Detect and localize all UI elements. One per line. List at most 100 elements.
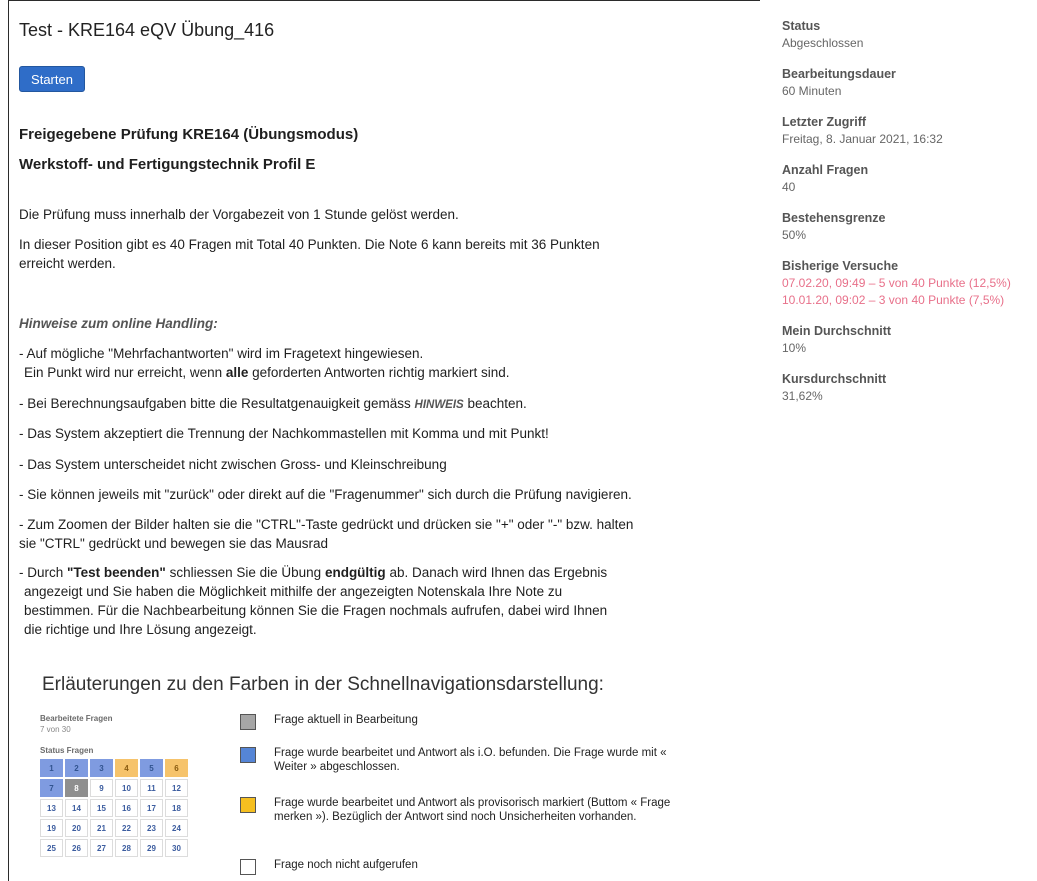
hint-text: geforderten Antworten richtig markiert s…: [248, 365, 510, 380]
sidebar-label: Bestehensgrenze: [782, 211, 886, 225]
hint-zoom-line2: sie "CTRL" gedrückt und bewegen sie das …: [19, 536, 328, 551]
sidebar-pass-limit: Bestehensgrenze 50%: [782, 210, 1037, 244]
sidebar-label: Letzter Zugriff: [782, 115, 867, 129]
sidebar-value: 40: [782, 180, 796, 194]
mini-question-7: 7: [40, 779, 63, 797]
legend-text: Frage wurde bearbeitet und Antwort als i…: [274, 747, 667, 773]
hint-text: - Bei Berechnungsaufgaben bitte die Resu…: [19, 396, 415, 411]
sidebar-value: 10%: [782, 341, 807, 355]
hint-text: - Durch: [19, 565, 68, 580]
sidebar-label: Anzahl Fragen: [782, 163, 869, 177]
mini-question-11: 11: [140, 779, 163, 797]
mini-question-15: 15: [90, 799, 113, 817]
sidebar-label: Bearbeitungsdauer: [782, 67, 896, 81]
sidebar-value: 60 Minuten: [782, 84, 842, 98]
mini-question-2: 2: [65, 759, 88, 777]
mini-question-12: 12: [165, 779, 188, 797]
hint-multiple-answers-line1: - Auf mögliche "Mehrfachantworten" wird …: [19, 346, 424, 361]
sidebar-status: Status Abgeschlossen: [782, 18, 1037, 52]
sidebar-course-average: Kursdurchschnitt 31,62%: [782, 371, 1037, 405]
sidebar-attempts: Bisherige Versuche 07.02.20, 09:49 – 5 v…: [782, 258, 1037, 309]
attempt-entry: 07.02.20, 09:49 – 5 von 40 Punkte (12,5%…: [782, 276, 1011, 290]
hint-text: ab. Danach wird Ihnen das Ergebnis: [385, 565, 608, 580]
mini-question-21: 21: [90, 819, 113, 837]
sidebar-my-average: Mein Durchschnitt 10%: [782, 323, 1037, 357]
mini-question-17: 17: [140, 799, 163, 817]
mini-question-3: 3: [90, 759, 113, 777]
page-title: Test - KRE164 eQV Übung_416: [19, 20, 275, 40]
legend-text: Frage wurde bearbeitet und Antwort als p…: [274, 797, 671, 823]
sidebar-duration: Bearbeitungsdauer 60 Minuten: [782, 66, 1037, 100]
legend-item: Frage wurde bearbeitet und Antwort als p…: [240, 796, 674, 824]
mini-question-22: 22: [115, 819, 138, 837]
hinweis-label: HINWEIS: [414, 399, 464, 411]
mini-question-19: 19: [40, 819, 63, 837]
intro-text-2-line1: In dieser Position gibt es 40 Fragen mit…: [19, 237, 600, 252]
hint-text: schliessen Sie die Übung: [165, 565, 325, 580]
mini-question-30: 30: [165, 839, 188, 857]
sidebar-label: Status: [782, 19, 821, 33]
legend-text: Frage aktuell in Bearbeitung: [274, 714, 418, 726]
quick-nav-preview: Bearbeitete Fragen 7 von 30 Status Frage…: [40, 714, 210, 857]
mini-question-1: 1: [40, 759, 63, 777]
mini-label: Bearbeitete Fragen: [40, 714, 113, 723]
mini-question-10: 10: [115, 779, 138, 797]
hint-case: - Das System unterscheidet nicht zwische…: [19, 457, 447, 472]
hint-finish-line2: angezeigt und Sie haben die Möglichkeit …: [24, 584, 563, 599]
mini-question-4: 4: [115, 759, 138, 777]
mini-question-16: 16: [115, 799, 138, 817]
attempt-entry: 10.01.20, 09:02 – 3 von 40 Punkte (7,5%): [782, 293, 1005, 307]
legend-item: Frage noch nicht aufgerufen: [240, 858, 674, 875]
sidebar-question-count: Anzahl Fragen 40: [782, 162, 1037, 196]
intro-text-2: In dieser Position gibt es 40 Fragen mit…: [19, 235, 600, 273]
mini-question-23: 23: [140, 819, 163, 837]
hints-heading: Hinweise zum online Handling:: [19, 316, 218, 331]
mini-question-9: 9: [90, 779, 113, 797]
hint-multiple-answers: - Auf mögliche "Mehrfachantworten" wird …: [19, 344, 510, 382]
hint-zoom-line1: - Zum Zoomen der Bilder halten sie die "…: [19, 517, 634, 532]
sidebar-value: Abgeschlossen: [782, 36, 864, 50]
mini-question-20: 20: [65, 819, 88, 837]
mini-question-14: 14: [65, 799, 88, 817]
hint-zoom: - Zum Zoomen der Bilder halten sie die "…: [19, 515, 633, 553]
hint-decimal: - Das System akzeptiert die Trennung der…: [19, 426, 549, 441]
hint-bold: alle: [225, 365, 249, 380]
sidebar-value: 50%: [782, 228, 807, 242]
mini-question-18: 18: [165, 799, 188, 817]
mini-question-28: 28: [115, 839, 138, 857]
mini-question-13: 13: [40, 799, 63, 817]
sidebar-value: Freitag, 8. Januar 2021, 16:32: [782, 132, 943, 146]
hint-finish-line4: die richtige und Ihre Lösung angezeigt.: [24, 622, 257, 637]
mini-question-8: 8: [65, 779, 88, 797]
mini-question-29: 29: [140, 839, 163, 857]
hint-bold: endgültig: [324, 565, 386, 580]
hint-bold: "Test beenden": [67, 565, 166, 580]
legend-swatch: [240, 859, 256, 875]
legend-swatch: [240, 797, 256, 813]
hint-navigation: - Sie können jeweils mit "zurück" oder d…: [19, 487, 632, 502]
legend-item: Frage wurde bearbeitet und Antwort als i…: [240, 746, 674, 774]
mini-question-25: 25: [40, 839, 63, 857]
mini-question-24: 24: [165, 819, 188, 837]
color-legend-caption: Erläuterungen zu den Farben in der Schne…: [42, 674, 604, 695]
hint-text: beachten.: [463, 396, 527, 411]
mini-question-5: 5: [140, 759, 163, 777]
hint-precision: - Bei Berechnungsaufgaben bitte die Resu…: [19, 394, 527, 415]
mini-sub: 7 von 30: [40, 725, 71, 734]
intro-text-2-line2: erreicht werden.: [19, 256, 116, 271]
legend-swatch: [240, 747, 256, 763]
intro-text-1: Die Prüfung muss innerhalb der Vorgabeze…: [19, 207, 459, 222]
legend-item: Frage aktuell in Bearbeitung: [240, 713, 674, 730]
start-button[interactable]: Starten: [19, 66, 85, 92]
hint-multiple-answers-line2: Ein Punkt wird nur erreicht, wenn alle g…: [19, 363, 510, 382]
mini-question-26: 26: [65, 839, 88, 857]
sidebar-label: Kursdurchschnitt: [782, 372, 887, 386]
mini-question-6: 6: [165, 759, 188, 777]
sidebar-label: Bisherige Versuche: [782, 259, 899, 273]
sidebar: Status Abgeschlossen Bearbeitungsdauer 6…: [782, 18, 1037, 419]
legend-text: Frage noch nicht aufgerufen: [274, 859, 418, 871]
hint-finish-line1: - Durch "Test beenden" schliessen Sie di…: [19, 563, 607, 582]
legend-swatch: [240, 714, 256, 730]
hint-finish-line3: bestimmen. Für die Nachbearbeitung könne…: [24, 603, 608, 618]
sidebar-value: 31,62%: [782, 389, 823, 403]
